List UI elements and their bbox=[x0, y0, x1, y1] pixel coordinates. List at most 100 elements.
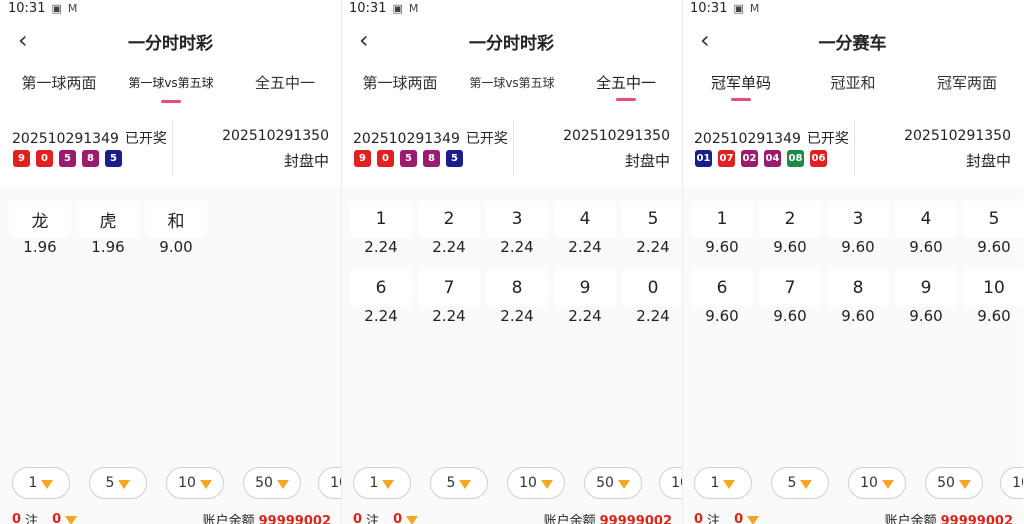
result-ball: 0 bbox=[377, 150, 394, 167]
chip-amount[interactable]: 50 bbox=[925, 467, 983, 499]
tab-2[interactable]: 第一球vs第五球 bbox=[116, 74, 226, 103]
bet-option[interactable]: 5 bbox=[622, 201, 682, 237]
chip-amount[interactable]: 5 bbox=[771, 467, 829, 499]
next-issue-number: 202510291350 bbox=[904, 128, 1011, 144]
image-icon: ▣ bbox=[733, 1, 744, 15]
status-bar: 10:31 ▣ M bbox=[690, 0, 759, 16]
bet-option[interactable]: 8 bbox=[827, 270, 889, 306]
phone-panel-2: 10:31 ▣ M ‹ 一分时时彩 第一球两面 第一球vs第五球 全五中一 2025102913… bbox=[341, 0, 682, 524]
bet-summary: 0注0 bbox=[12, 510, 78, 524]
bet-option[interactable]: 7 bbox=[418, 270, 480, 306]
lock-status: 封盘中 bbox=[965, 152, 1011, 170]
chip-value: 10 bbox=[178, 475, 196, 491]
tab-3[interactable]: 冠军两面 bbox=[922, 72, 1012, 94]
chip-amount[interactable]: 10 bbox=[318, 467, 341, 499]
chip-amount[interactable]: 5 bbox=[89, 467, 147, 499]
bet-option[interactable]: 1 bbox=[691, 201, 753, 237]
bet-option[interactable]: 和 bbox=[145, 201, 207, 237]
tab-1[interactable]: 第一球两面 bbox=[355, 72, 445, 94]
chip-value: 1 bbox=[369, 475, 379, 491]
tab-label: 第一球两面 bbox=[21, 74, 97, 92]
bet-option[interactable]: 4 bbox=[895, 201, 957, 237]
bet-option[interactable]: 9 bbox=[895, 270, 957, 306]
issue-divider bbox=[854, 120, 855, 176]
tab-1[interactable]: 冠军单码 bbox=[696, 72, 786, 101]
bet-count-unit: 注 bbox=[366, 514, 380, 524]
status-time: 10:31 bbox=[690, 0, 728, 16]
chip-amount[interactable]: 10 bbox=[1000, 467, 1023, 499]
bet-option[interactable]: 6 bbox=[691, 270, 753, 306]
bet-count-unit: 注 bbox=[25, 514, 39, 524]
bet-option[interactable]: 7 bbox=[759, 270, 821, 306]
tab-active-indicator bbox=[161, 100, 181, 103]
result-ball: 8 bbox=[82, 150, 99, 167]
tab-label: 冠军单码 bbox=[710, 74, 771, 92]
bet-option[interactable]: 龙 bbox=[9, 201, 71, 237]
status-time: 10:31 bbox=[8, 0, 46, 16]
chip-amount[interactable]: 1 bbox=[12, 467, 70, 499]
bet-odds: 9.60 bbox=[705, 307, 739, 325]
bet-option[interactable]: 1 bbox=[350, 201, 412, 237]
tab-3[interactable]: 全五中一 bbox=[581, 72, 671, 101]
bet-odds: 9.60 bbox=[705, 238, 739, 256]
tab-label: 全五中一 bbox=[254, 74, 315, 92]
chip-amount[interactable]: 10 bbox=[848, 467, 906, 499]
chip-amount[interactable]: 1 bbox=[694, 467, 752, 499]
bet-option[interactable]: 虎 bbox=[77, 201, 139, 237]
lock-status: 封盘中 bbox=[624, 152, 670, 170]
bet-amount: 0 bbox=[393, 512, 403, 524]
balance-label: 账户余额 bbox=[543, 514, 596, 524]
panel-separator bbox=[341, 0, 342, 524]
tab-2[interactable]: 第一球vs第五球 bbox=[457, 74, 567, 96]
diamond-icon bbox=[65, 516, 78, 524]
bet-option[interactable]: 2 bbox=[418, 201, 480, 237]
result-balls: 01 07 02 04 08 06 bbox=[695, 150, 827, 168]
bet-option[interactable]: 4 bbox=[554, 201, 616, 237]
next-issue-number: 202510291350 bbox=[222, 128, 329, 144]
chip-amount[interactable]: 5 bbox=[430, 467, 488, 499]
chip-amount[interactable]: 10 bbox=[659, 467, 682, 499]
diamond-icon bbox=[382, 479, 395, 489]
chip-amount[interactable]: 10 bbox=[507, 467, 565, 499]
chip-amount[interactable]: 10 bbox=[166, 467, 224, 499]
status-time: 10:31 bbox=[349, 0, 387, 16]
bet-option[interactable]: 0 bbox=[622, 270, 682, 306]
bet-option[interactable]: 5 bbox=[963, 201, 1023, 237]
result-ball: 04 bbox=[764, 150, 781, 167]
balance-value: 99999002 bbox=[599, 514, 672, 524]
chip-value: 5 bbox=[787, 475, 797, 491]
account-balance: 账户余额 99999002 bbox=[885, 510, 1013, 524]
gmail-icon: M bbox=[67, 1, 78, 15]
bet-option[interactable]: 2 bbox=[759, 201, 821, 237]
tab-2[interactable]: 冠亚和 bbox=[808, 72, 898, 94]
tab-active-indicator bbox=[616, 98, 636, 101]
bet-option[interactable]: 10 bbox=[963, 270, 1023, 306]
tab-label: 第一球vs第五球 bbox=[469, 76, 555, 90]
tab-3[interactable]: 全五中一 bbox=[240, 72, 330, 94]
tab-label: 全五中一 bbox=[595, 74, 656, 92]
bet-odds: 9.60 bbox=[977, 238, 1011, 256]
bet-option[interactable]: 8 bbox=[486, 270, 548, 306]
chip-amount[interactable]: 50 bbox=[243, 467, 301, 499]
bet-option[interactable]: 6 bbox=[350, 270, 412, 306]
diamond-icon bbox=[881, 479, 894, 489]
issue-divider bbox=[172, 120, 173, 176]
bet-option[interactable]: 3 bbox=[827, 201, 889, 237]
bet-odds: 2.24 bbox=[568, 307, 602, 325]
result-ball: 08 bbox=[787, 150, 804, 167]
current-issue: 202510291349 已开奖 bbox=[12, 128, 167, 148]
bet-option[interactable]: 3 bbox=[486, 201, 548, 237]
bet-odds: 9.60 bbox=[977, 307, 1011, 325]
chip-value: 5 bbox=[105, 475, 115, 491]
bet-odds: 9.00 bbox=[159, 238, 193, 256]
bet-amount: 0 bbox=[52, 512, 62, 524]
bet-count: 0 bbox=[353, 512, 363, 524]
bet-option[interactable]: 9 bbox=[554, 270, 616, 306]
chip-amount[interactable]: 50 bbox=[584, 467, 642, 499]
account-balance: 账户余额 99999002 bbox=[203, 510, 331, 524]
tab-1[interactable]: 第一球两面 bbox=[14, 72, 104, 94]
diamond-icon bbox=[406, 516, 419, 524]
gmail-icon: M bbox=[408, 1, 419, 15]
chip-amount[interactable]: 1 bbox=[353, 467, 411, 499]
bet-odds: 1.96 bbox=[91, 238, 125, 256]
